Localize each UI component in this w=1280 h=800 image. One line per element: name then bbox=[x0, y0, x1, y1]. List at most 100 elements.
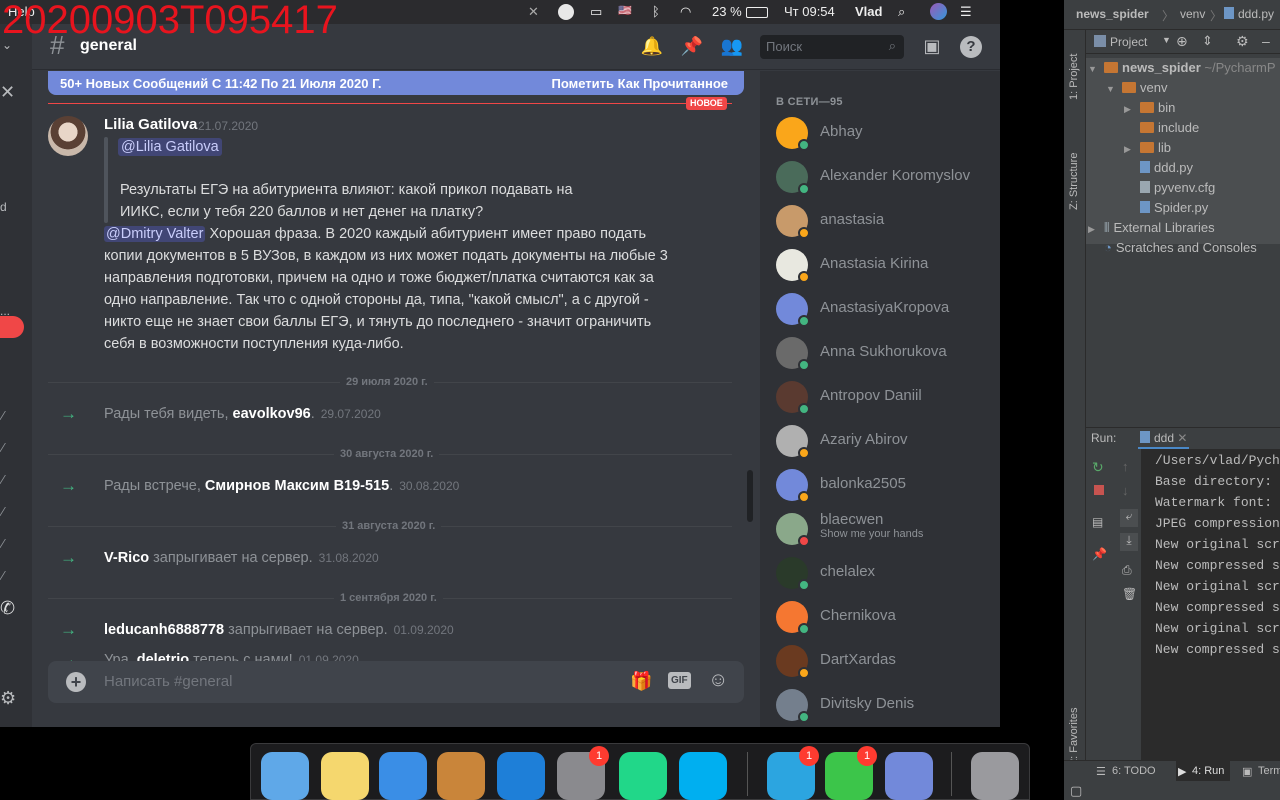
notification-app-icon[interactable] bbox=[558, 4, 574, 20]
arrow-down-icon[interactable]: ↓ bbox=[1122, 483, 1129, 498]
breadcrumb-file[interactable]: ddd.py bbox=[1224, 7, 1274, 21]
gif-button[interactable]: GIF bbox=[668, 672, 691, 689]
tab-todo[interactable]: 6: TODO bbox=[1112, 765, 1156, 777]
member-item[interactable]: blaecwen Show me your hands bbox=[776, 511, 986, 553]
finder-app-icon[interactable] bbox=[261, 752, 309, 800]
pycharm-app-icon[interactable] bbox=[619, 752, 667, 800]
tab-structure[interactable]: Z: Structure bbox=[1068, 153, 1080, 210]
quote-mention[interactable]: @Lilia Gatilova bbox=[118, 138, 222, 156]
skype-app-icon[interactable] bbox=[679, 752, 727, 800]
menubar-clock[interactable]: Чт 09:54 bbox=[784, 4, 835, 19]
add-attachment-button[interactable]: + bbox=[66, 672, 86, 692]
menubar-user[interactable]: Vlad bbox=[855, 4, 882, 19]
search-input[interactable]: Поиск ⌕ bbox=[760, 35, 904, 59]
member-item[interactable]: AnastasiyaKropova bbox=[776, 293, 986, 333]
message-input[interactable] bbox=[104, 673, 584, 690]
gift-icon[interactable]: 🎁 bbox=[630, 671, 652, 692]
mute-icon[interactable]: ⁄ bbox=[2, 504, 4, 519]
new-messages-bar[interactable]: 50+ Новых Сообщений С 11:42 По 21 Июля 2… bbox=[48, 71, 744, 95]
expand-arrow-icon[interactable]: ▶ bbox=[1124, 104, 1140, 115]
expand-arrow-icon[interactable]: ▼ bbox=[1106, 84, 1122, 94]
tree-item[interactable]: ▶ ⫴ External Libraries bbox=[1088, 220, 1215, 236]
print-icon[interactable]: ⎙ bbox=[1122, 563, 1132, 578]
notification-center-icon[interactable]: ☰ bbox=[960, 4, 972, 20]
chevron-down-icon[interactable]: ▼ bbox=[1162, 35, 1171, 45]
xcode-app-icon[interactable] bbox=[497, 752, 545, 800]
tab-run[interactable]: 4: Run bbox=[1192, 765, 1224, 777]
member-item[interactable]: balonka2505 bbox=[776, 469, 986, 509]
facetime-app-icon[interactable]: 1 bbox=[825, 746, 877, 800]
breadcrumb-project[interactable]: news_spider bbox=[1076, 7, 1149, 21]
mute-icon[interactable]: ⁄ bbox=[2, 440, 4, 455]
member-item[interactable]: Antropov Daniil bbox=[776, 381, 986, 421]
help-icon[interactable]: ? bbox=[960, 36, 982, 58]
phone-icon[interactable]: ✆ bbox=[0, 598, 15, 619]
avatar[interactable] bbox=[48, 116, 88, 156]
members-icon[interactable]: 👥 bbox=[720, 36, 744, 57]
wifi-icon[interactable]: ◠ bbox=[680, 4, 691, 20]
layout-icon[interactable]: ▤ bbox=[1092, 515, 1103, 529]
stop-icon[interactable] bbox=[1094, 485, 1104, 495]
safari-app-icon[interactable] bbox=[379, 752, 427, 800]
event-user[interactable]: V-Rico bbox=[104, 550, 149, 566]
mute-icon[interactable]: ⁄ bbox=[2, 472, 4, 487]
mark-as-read-button[interactable]: Пометить Как Прочитанное bbox=[552, 76, 728, 91]
emoji-icon[interactable]: ☺ bbox=[708, 669, 728, 692]
member-item[interactable]: chelalex bbox=[776, 557, 986, 597]
member-item[interactable]: Anna Sukhorukova bbox=[776, 337, 986, 377]
hide-icon[interactable]: – bbox=[1262, 33, 1270, 49]
member-item[interactable]: Chernikova bbox=[776, 601, 986, 641]
member-item[interactable]: Azariy Abirov bbox=[776, 425, 986, 465]
tab-favorites[interactable]: 2: Favorites bbox=[1068, 708, 1080, 765]
mute-icon[interactable]: ⁄ bbox=[2, 568, 4, 583]
gear-icon[interactable]: ⚙ bbox=[1236, 33, 1249, 50]
tree-item[interactable]: ▶ bin bbox=[1124, 100, 1175, 115]
arrow-up-icon[interactable]: ↑ bbox=[1122, 459, 1129, 474]
tab-terminal[interactable]: Term bbox=[1258, 765, 1280, 777]
member-item[interactable]: DartXardas bbox=[776, 645, 986, 685]
bluetooth-icon[interactable]: ᛒ bbox=[652, 4, 660, 19]
member-item[interactable]: Abhay bbox=[776, 117, 986, 157]
locate-icon[interactable]: ⊕ bbox=[1176, 33, 1188, 50]
tab-project[interactable]: 1: Project bbox=[1068, 54, 1080, 100]
tree-item[interactable]: ddd.py bbox=[1124, 160, 1193, 175]
telegram-app-icon[interactable]: 1 bbox=[767, 746, 819, 800]
settings-icon[interactable]: ⚙ bbox=[0, 688, 16, 709]
project-view-dropdown[interactable]: Project bbox=[1110, 35, 1147, 49]
mute-mic-icon[interactable]: ✕ bbox=[528, 4, 539, 20]
pin-icon[interactable]: 📌 bbox=[680, 36, 704, 57]
soft-wrap-icon[interactable]: ⤶ bbox=[1120, 509, 1138, 527]
scroll-to-end-icon[interactable]: ⤓ bbox=[1120, 533, 1138, 551]
discord-app-icon[interactable] bbox=[885, 752, 933, 800]
event-user[interactable]: leducanh6888778 bbox=[104, 622, 224, 638]
notes-app-icon[interactable] bbox=[321, 752, 369, 800]
mute-icon[interactable]: ⁄ bbox=[2, 408, 4, 423]
close-icon[interactable]: ✕ bbox=[0, 82, 15, 103]
event-user[interactable]: deletrio bbox=[137, 652, 189, 661]
breadcrumb-folder[interactable]: venv bbox=[1180, 7, 1205, 21]
tree-item[interactable]: ▶ lib bbox=[1124, 140, 1171, 155]
run-tab[interactable]: ddd ✕ bbox=[1138, 429, 1190, 449]
tree-item[interactable]: ▼ venv bbox=[1106, 80, 1167, 95]
event-user[interactable]: Смирнов Максим В19-515 bbox=[205, 478, 389, 494]
mute-icon[interactable]: ⁄ bbox=[2, 536, 4, 551]
chat-scrollbar[interactable] bbox=[747, 470, 753, 522]
pin-icon[interactable]: 📌 bbox=[1092, 547, 1107, 561]
tree-item[interactable]: ◔ Scratches and Consoles bbox=[1088, 240, 1257, 255]
tree-item[interactable]: ▼ news_spider ~/PycharmP bbox=[1088, 60, 1276, 75]
console-output[interactable]: /Users/vlad/Pych Base directory: Waterma… bbox=[1142, 449, 1280, 760]
trash-app-icon[interactable] bbox=[971, 752, 1019, 800]
inbox-icon[interactable]: ▣ bbox=[920, 36, 944, 57]
battery-icon[interactable] bbox=[746, 7, 768, 18]
system-preferences-app-icon[interactable]: 1 bbox=[557, 746, 609, 800]
member-item[interactable]: Alexander Koromyslov bbox=[776, 161, 986, 201]
member-item[interactable]: Anastasia Kirina bbox=[776, 249, 986, 289]
tree-item[interactable]: Spider.py bbox=[1124, 200, 1208, 215]
siri-icon[interactable] bbox=[930, 3, 947, 20]
message-author[interactable]: Lilia Gatilova bbox=[104, 116, 197, 133]
member-item[interactable]: Divitsky Denis bbox=[776, 689, 986, 729]
tree-item[interactable]: pyvenv.cfg bbox=[1124, 180, 1215, 195]
reply-mention[interactable]: @Dmitry Valter bbox=[104, 226, 206, 242]
trash-icon[interactable]: 🗑 bbox=[1122, 587, 1137, 601]
rerun-icon[interactable]: ↻ bbox=[1092, 459, 1104, 476]
